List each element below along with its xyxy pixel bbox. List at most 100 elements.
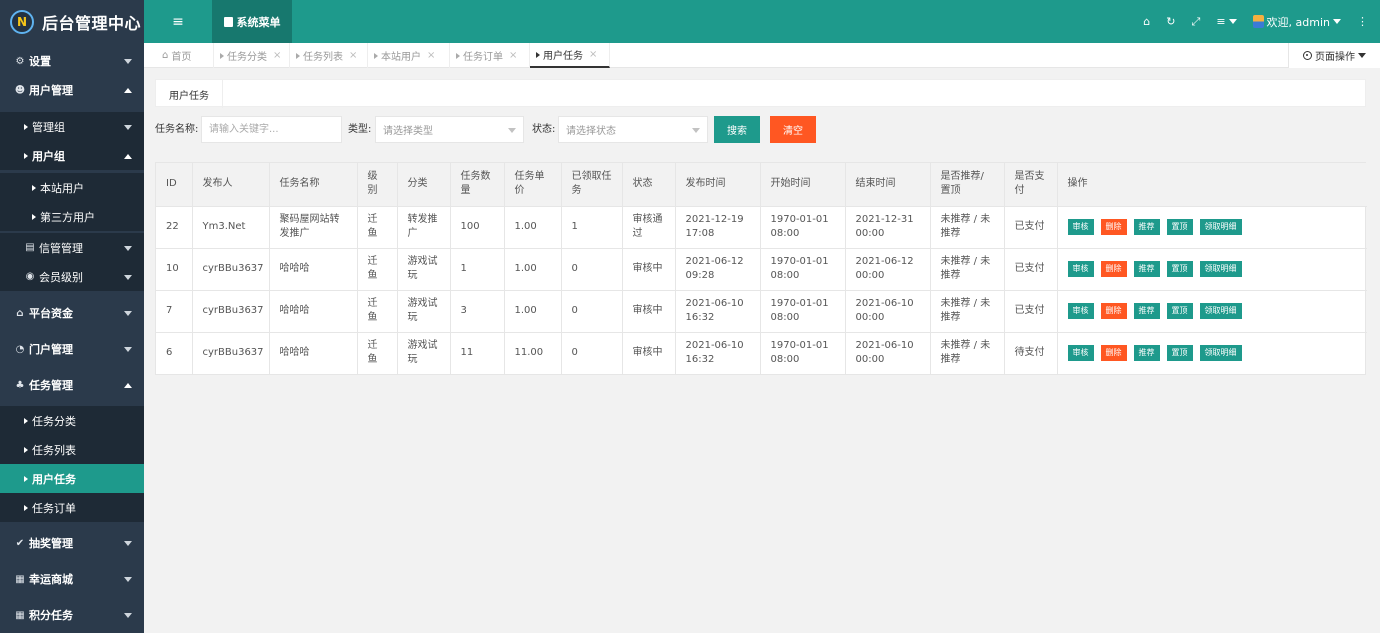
task-name-input[interactable]: [201, 116, 342, 143]
claim-details-button[interactable]: 领取明细: [1199, 303, 1242, 319]
caret-down-icon: [124, 274, 132, 280]
system-menu-label: 系统菜单: [236, 15, 281, 29]
close-icon[interactable]: ×: [509, 50, 517, 61]
tab-task-list[interactable]: 任务列表 ×: [290, 43, 368, 68]
recommend-button[interactable]: 推荐: [1133, 345, 1160, 362]
review-button[interactable]: 审核: [1067, 261, 1094, 277]
caret-down-icon: [508, 128, 516, 133]
tab-menu-button[interactable]: ≡: [1216, 15, 1237, 28]
sidebar-item-label: 管理组: [32, 120, 65, 134]
pin-top-button[interactable]: 置顶: [1166, 303, 1193, 319]
tab-local-users[interactable]: 本站用户 ×: [368, 43, 450, 68]
column-header: 任务单价: [504, 163, 562, 207]
sidebar-item-admin-group[interactable]: 管理组: [0, 112, 144, 141]
claim-details-button[interactable]: 领取明细: [1199, 261, 1242, 277]
table-cell: 哈哈哈: [269, 248, 358, 291]
recommend-button[interactable]: 推荐: [1133, 261, 1160, 277]
close-icon[interactable]: ×: [349, 50, 357, 61]
user-menu[interactable]: 欢迎, admin: [1252, 14, 1341, 30]
system-menu-button[interactable]: 系统菜单: [212, 0, 292, 43]
table-cell: 迁鱼: [357, 332, 398, 374]
status-select[interactable]: 请选择状态: [558, 116, 708, 143]
sidebar-item-portal-management[interactable]: ◔ 门户管理: [0, 331, 144, 367]
sidebar-item-local-users[interactable]: 本站用户: [0, 173, 144, 202]
column-header: 操作: [1057, 163, 1367, 207]
type-select[interactable]: 请选择类型: [375, 116, 524, 143]
sidebar-item-task-category[interactable]: 任务分类: [0, 406, 144, 435]
table-cell: 11: [450, 332, 505, 374]
table-cell: 迁鱼: [357, 206, 398, 249]
table-cell: 2021-06-10 00:00: [845, 290, 931, 333]
table-cell: 100: [450, 206, 505, 249]
table-cell: 1970-01-01 08:00: [760, 290, 846, 333]
close-icon[interactable]: ×: [273, 50, 281, 61]
table-cell: 迁鱼: [357, 248, 398, 291]
table-cell: 1970-01-01 08:00: [760, 332, 846, 374]
close-icon[interactable]: ×: [427, 50, 435, 61]
claim-details-button[interactable]: 领取明细: [1199, 345, 1242, 362]
search-button[interactable]: 搜索: [714, 116, 760, 143]
close-icon[interactable]: ×: [589, 49, 597, 60]
pin-top-button[interactable]: 置顶: [1166, 261, 1193, 277]
more-vertical-icon: ⋮: [1357, 15, 1368, 28]
pin-top-button[interactable]: 置顶: [1166, 219, 1193, 235]
delete-button[interactable]: 删除: [1100, 345, 1127, 362]
sidebar-item-label: 任务分类: [32, 414, 76, 428]
tab-user-tasks-content[interactable]: 用户任务: [156, 80, 223, 108]
review-button[interactable]: 审核: [1067, 345, 1094, 362]
caret-right-icon: [296, 52, 300, 59]
tab-task-category[interactable]: 任务分类 ×: [214, 43, 290, 68]
top-bar: N 后台管理中心 ≡ 系统菜单 ⌂ ↻ ⤢ ≡ 欢迎, admin ⋮: [0, 0, 1380, 43]
more-button[interactable]: ⋮: [1357, 15, 1368, 28]
review-button[interactable]: 审核: [1067, 219, 1094, 235]
sidebar-item-user-tasks[interactable]: 用户任务: [0, 464, 144, 493]
recommend-button[interactable]: 推荐: [1133, 303, 1160, 319]
sidebar-item-lucky-mall[interactable]: ▦ 幸运商城: [0, 561, 144, 597]
sidebar-item-platform-funds[interactable]: ⌂ 平台资金: [0, 295, 144, 331]
caret-right-icon: [456, 52, 460, 59]
refresh-button[interactable]: ↻: [1166, 15, 1175, 28]
sidebar-item-points-tasks[interactable]: ▦ 积分任务: [0, 597, 144, 633]
user-circle-icon: ◉: [25, 271, 35, 282]
table-cell: 已支付: [1004, 206, 1058, 249]
recommend-button[interactable]: 推荐: [1133, 219, 1160, 235]
tab-task-orders[interactable]: 任务订单 ×: [450, 43, 530, 68]
page-operations-button[interactable]: 页面操作: [1288, 43, 1380, 68]
delete-button[interactable]: 删除: [1100, 219, 1127, 235]
sidebar-item-message-management[interactable]: ▤ 信管管理: [0, 233, 144, 262]
table-header-row: ID 发布人 任务名称 级别 分类 任务数量 任务单价 已领取任务 状态 发布时…: [156, 163, 1367, 207]
sidebar-item-user-management[interactable]: ☻ 用户管理: [0, 72, 144, 108]
sidebar-item-task-management[interactable]: ♣ 任务管理: [0, 367, 144, 403]
sidebar-item-label: 用户管理: [29, 84, 73, 97]
table-cell: 2021-12-31 00:00: [845, 206, 931, 249]
sidebar-item-task-list[interactable]: 任务列表: [0, 435, 144, 464]
home-button[interactable]: ⌂: [1143, 15, 1150, 28]
caret-up-icon: [124, 153, 132, 159]
delete-button[interactable]: 删除: [1100, 303, 1127, 319]
clear-button[interactable]: 清空: [770, 116, 816, 143]
pin-top-button[interactable]: 置顶: [1166, 345, 1193, 362]
pie-chart-icon: ◔: [15, 343, 25, 355]
sidebar-item-member-level[interactable]: ◉ 会员级别: [0, 262, 144, 291]
review-button[interactable]: 审核: [1067, 303, 1094, 319]
fullscreen-button[interactable]: ⤢: [1192, 15, 1201, 29]
table-cell: 1.00: [504, 290, 562, 333]
caret-down-icon: [1358, 53, 1366, 58]
sidebar-item-task-orders[interactable]: 任务订单: [0, 493, 144, 522]
table-cell: 2021-12-19 17:08: [675, 206, 761, 249]
claim-details-button[interactable]: 领取明细: [1199, 219, 1242, 235]
table-cell: 11.00: [504, 332, 562, 374]
sidebar-item-label: 抽奖管理: [29, 537, 73, 550]
tab-user-tasks[interactable]: 用户任务 ×: [530, 43, 610, 68]
sidebar-item-lottery-management[interactable]: ✔ 抽奖管理: [0, 525, 144, 561]
sidebar-item-third-party-users[interactable]: 第三方用户: [0, 202, 144, 231]
menu-toggle-button[interactable]: ≡: [144, 0, 212, 43]
actions-cell: 审核 删除 推荐 置顶 领取明细: [1057, 290, 1367, 333]
user-tasks-table: ID 发布人 任务名称 级别 分类 任务数量 任务单价 已领取任务 状态 发布时…: [155, 162, 1367, 375]
check-circle-icon: ✔: [15, 537, 25, 549]
tab-home[interactable]: ⌂ 首页: [144, 43, 214, 68]
tab-label: 任务列表: [303, 52, 343, 63]
sidebar-item-user-group[interactable]: 用户组: [0, 141, 144, 170]
delete-button[interactable]: 删除: [1100, 261, 1127, 277]
table-cell: 1.00: [504, 206, 562, 249]
